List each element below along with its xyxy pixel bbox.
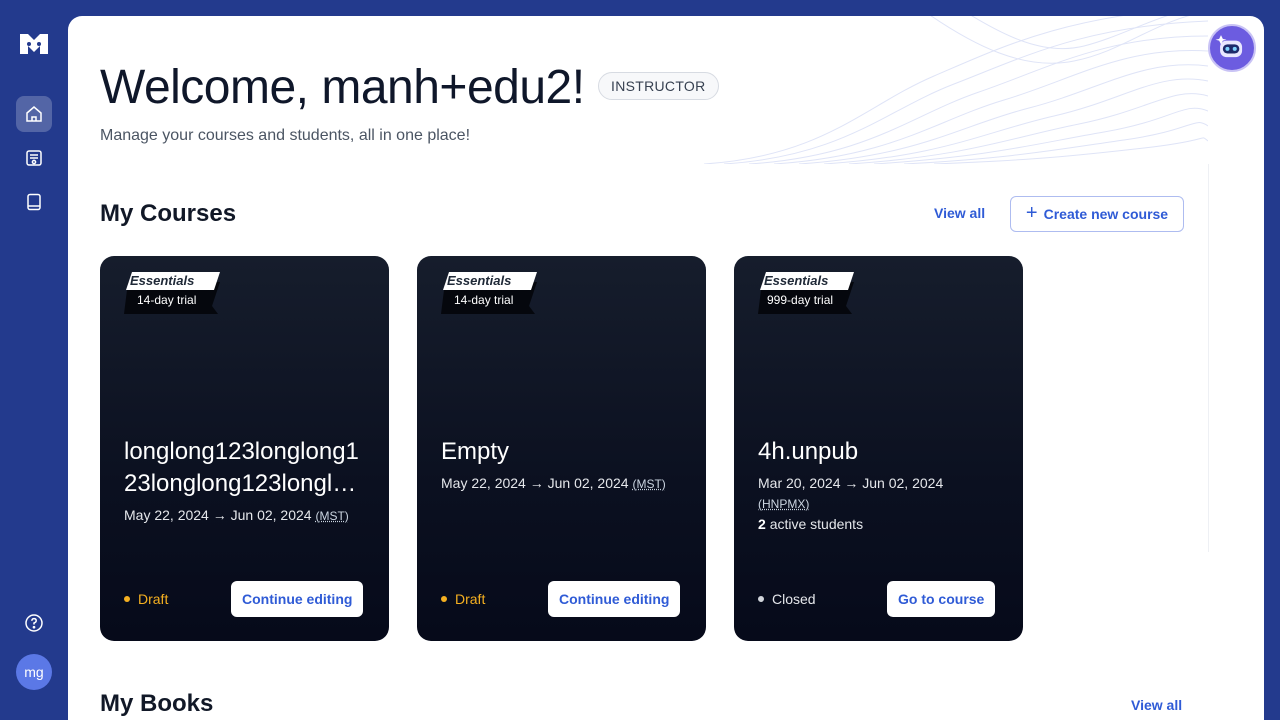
date-range: May 22, 2024 → Jun 02, 2024 (441, 475, 629, 491)
course-dates: May 22, 2024 → Jun 02, 2024 (MST) (441, 473, 666, 494)
main-panel: Welcome, manh+edu2! INSTRUCTOR Manage yo… (68, 16, 1264, 720)
courses-section-title: My Courses (100, 200, 236, 228)
status-badge: Closed (758, 591, 816, 607)
sidebar: mg (0, 0, 68, 720)
plan-trial: 999-day trial (767, 293, 833, 307)
course-dates: Mar 20, 2024 → Jun 02, 2024 (HNPMX) (758, 473, 988, 514)
books-view-all-link[interactable]: View all (1131, 697, 1182, 713)
status-badge: Draft (124, 591, 168, 607)
decorative-wave-pattern (704, 16, 1208, 164)
help-circle-icon (24, 613, 44, 633)
plan-trial: 14-day trial (137, 293, 196, 307)
books-section-title: My Books (100, 690, 213, 718)
continue-editing-button[interactable]: Continue editing (548, 581, 680, 617)
create-course-button[interactable]: + Create new course (1010, 196, 1184, 232)
courses-icon (24, 148, 44, 168)
plan-name: Essentials (447, 273, 511, 288)
assistant-button[interactable] (1208, 24, 1256, 72)
course-title: Empty (441, 436, 509, 468)
status-label: Closed (772, 591, 816, 607)
course-title: 4h.unpub (758, 436, 858, 468)
home-icon (24, 104, 44, 124)
status-dot (124, 596, 130, 602)
help-button[interactable] (16, 605, 52, 641)
nav-home[interactable] (16, 96, 52, 132)
active-students: 2 active students (758, 516, 863, 532)
nav-courses[interactable] (16, 140, 52, 176)
status-label: Draft (455, 591, 485, 607)
plan-name: Essentials (130, 273, 194, 288)
go-to-course-button[interactable]: Go to course (887, 581, 995, 617)
nav-books[interactable] (16, 184, 52, 220)
status-dot (441, 596, 447, 602)
course-dates: May 22, 2024 → Jun 02, 2024 (MST) (124, 505, 349, 526)
timezone: (MST) (315, 509, 348, 523)
course-card[interactable]: Essentials 14-day trial longlong123longl… (100, 256, 389, 641)
role-badge: INSTRUCTOR (598, 72, 719, 100)
date-range: May 22, 2024 → Jun 02, 2024 (124, 507, 312, 523)
divider (1208, 164, 1209, 552)
students-label: active students (770, 516, 863, 532)
brand-logo[interactable] (18, 30, 50, 58)
courses-view-all-link[interactable]: View all (934, 205, 985, 221)
course-card[interactable]: Essentials 999-day trial 4h.unpub Mar 20… (734, 256, 1023, 641)
create-course-label: Create new course (1044, 206, 1169, 222)
status-label: Draft (138, 591, 168, 607)
page-title: Welcome, manh+edu2! (100, 60, 585, 115)
robot-assistant-icon (1210, 26, 1254, 70)
avatar[interactable]: mg (16, 654, 52, 690)
page-subtitle: Manage your courses and students, all in… (100, 127, 470, 145)
continue-editing-button[interactable]: Continue editing (231, 581, 363, 617)
timezone: (HNPMX) (758, 497, 809, 511)
books-icon (24, 192, 44, 212)
status-dot (758, 596, 764, 602)
plan-name: Essentials (764, 273, 828, 288)
students-count: 2 (758, 516, 766, 532)
course-title: longlong123longlong123longlong123longl… (124, 436, 369, 500)
timezone: (MST) (632, 477, 665, 491)
course-card[interactable]: Essentials 14-day trial Empty May 22, 20… (417, 256, 706, 641)
plus-icon: + (1026, 203, 1038, 223)
status-badge: Draft (441, 591, 485, 607)
plan-trial: 14-day trial (454, 293, 513, 307)
date-range: Mar 20, 2024 → Jun 02, 2024 (758, 475, 943, 491)
